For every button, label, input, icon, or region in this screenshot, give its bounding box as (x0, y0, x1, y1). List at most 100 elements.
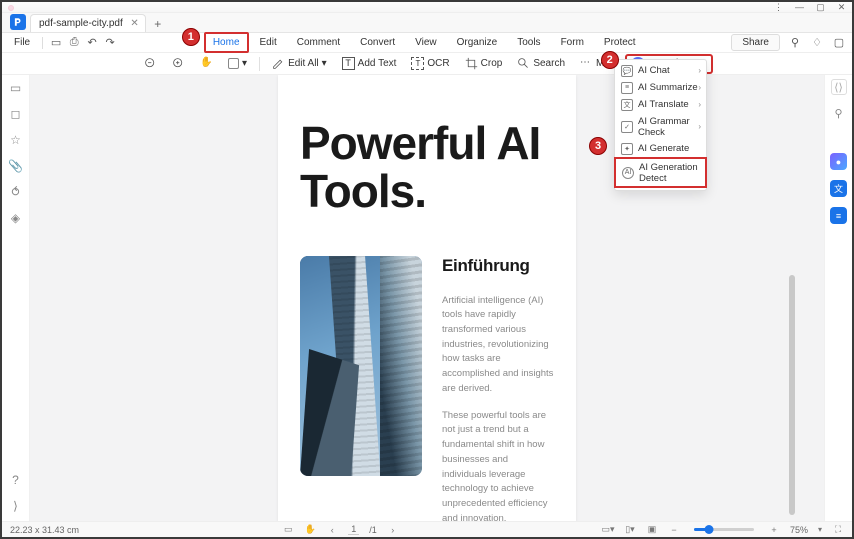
settings-icon[interactable]: ⋮ (774, 3, 783, 12)
save-icon[interactable]: ▭ (49, 36, 63, 50)
menu-ai-generate[interactable]: ✦AI Generate (615, 140, 706, 157)
edit-all-button[interactable]: Edit All▾ (269, 55, 330, 72)
page-down-icon[interactable]: › (387, 524, 399, 536)
annotation-badge-2: 2 (601, 51, 619, 69)
minimize-icon[interactable]: — (795, 3, 804, 12)
close-window-icon[interactable]: ✕ (837, 3, 846, 12)
collapse-right-icon[interactable]: ⟨⟩ (831, 79, 847, 95)
separator (42, 37, 43, 49)
file-menu[interactable]: File (8, 35, 36, 50)
tab-view[interactable]: View (406, 32, 446, 53)
menu-ai-translate[interactable]: 文AI Translate› (615, 96, 706, 113)
status-bar: 22.23 x 31.43 cm ▭ ✋ ‹ 1 /1 › ▭▾ ▯▾ ▣ − … (2, 521, 852, 537)
tab-edit[interactable]: Edit (251, 32, 286, 53)
shape-dropdown-button[interactable]: ▾ (225, 56, 250, 71)
help-icon[interactable]: ? (9, 473, 23, 487)
right-sidebar: ⟨⟩ ⚲ ● 文 ≡ (824, 75, 852, 521)
single-page-icon[interactable]: ▯▾ (624, 524, 636, 536)
translate-chip[interactable]: 文 (830, 180, 847, 197)
scrollbar-thumb[interactable] (789, 275, 795, 515)
chevron-right-icon: › (698, 100, 701, 109)
share-button[interactable]: Share (731, 34, 780, 51)
page-heading: Powerful AI Tools. (300, 119, 554, 216)
document-tab[interactable]: pdf-sample-city.pdf ✕ (30, 14, 146, 32)
zoom-in-button[interactable] (169, 55, 188, 72)
zoom-in-status[interactable]: + (768, 524, 780, 536)
menu-ai-grammar[interactable]: ✓AI Grammar Check› (615, 113, 706, 140)
page-up-icon[interactable]: ‹ (326, 524, 338, 536)
zoom-out-button[interactable] (141, 55, 160, 72)
layers-icon[interactable]: ◈ (9, 211, 23, 225)
close-tab-icon[interactable]: ✕ (130, 18, 138, 29)
tab-tools[interactable]: Tools (508, 32, 549, 53)
summary-chip[interactable]: ≡ (830, 207, 847, 224)
chevron-right-icon: › (698, 83, 701, 92)
ai-chat-chip[interactable]: ● (830, 153, 847, 170)
workspace: ▭ ◻ ☆ 📎 ⥀ ◈ ? ⟩ Powerful AI Tools. Einfü… (2, 75, 852, 521)
menu-ai-summarize[interactable]: ≡AI Summarize› (615, 79, 706, 96)
intro-paragraph-2: These powerful tools are not just a tren… (442, 409, 554, 521)
attachment-icon[interactable]: 📎 (9, 159, 23, 173)
annotation-badge-3: 3 (589, 137, 607, 155)
add-text-button[interactable]: TAdd Text (339, 55, 400, 72)
ai-assistant-menu: 💬AI Chat› ≡AI Summarize› 文AI Translate› … (614, 59, 707, 191)
menu-ai-generation-detect[interactable]: AIAI Generation Detect (614, 157, 707, 188)
thumbnails-icon[interactable]: ▭ (9, 81, 23, 95)
ocr-button[interactable]: TOCR (408, 55, 452, 72)
chevron-right-icon: › (698, 66, 701, 75)
tab-protect[interactable]: Protect (595, 32, 645, 53)
translate-icon: 文 (621, 99, 633, 111)
window-titlebar: ⋮ — ▢ ✕ (2, 2, 852, 13)
print-icon[interactable]: ⎙ (67, 36, 81, 50)
read-mode-icon[interactable]: ▣ (646, 524, 658, 536)
city-photo (300, 256, 422, 476)
detect-icon: AI (622, 167, 634, 179)
chat-icon: 💬 (621, 65, 633, 77)
menu-ai-chat[interactable]: 💬AI Chat› (615, 62, 706, 79)
tab-convert[interactable]: Convert (351, 32, 404, 53)
grammar-icon: ✓ (621, 121, 633, 133)
page-dimensions: 22.23 x 31.43 cm (10, 525, 79, 535)
crop-button[interactable]: Crop (462, 55, 506, 72)
brand-dot (8, 5, 14, 11)
app-logo-icon (10, 14, 26, 30)
zoom-out-status[interactable]: − (668, 524, 680, 536)
intro-paragraph-1: Artificial intelligence (AI) tools have … (442, 294, 554, 397)
tab-home[interactable]: Home (204, 32, 249, 53)
star-icon[interactable]: ☆ (9, 133, 23, 147)
pdf-page: Powerful AI Tools. Einführung Artificial… (278, 75, 576, 521)
bell-icon[interactable]: ♢ (810, 36, 824, 50)
fit-width-icon[interactable]: ▭▾ (602, 524, 614, 536)
redo-icon[interactable]: ↷ (103, 36, 117, 50)
zoom-slider[interactable] (694, 528, 754, 531)
fullscreen-icon[interactable]: ⛶ (832, 524, 844, 536)
menu-bar: File ▭ ⎙ ↶ ↷ 1 Home Edit Comment Convert… (2, 33, 852, 53)
chevron-right-icon: › (698, 122, 701, 131)
expand-sidebar-icon[interactable]: ⟩ (9, 499, 23, 513)
main-tabs: 1 Home Edit Comment Convert View Organiz… (121, 32, 727, 53)
summarize-icon: ≡ (621, 82, 633, 94)
link-icon[interactable]: ⥀ (9, 185, 23, 199)
hand-status-icon[interactable]: ✋ (304, 524, 316, 536)
tab-organize[interactable]: Organize (448, 32, 507, 53)
toolbar-ribbon: ✋ ▾ Edit All▾ TAdd Text TOCR Crop Search… (2, 53, 852, 75)
tab-title: pdf-sample-city.pdf (39, 18, 123, 29)
tab-comment[interactable]: Comment (288, 32, 349, 53)
properties-icon[interactable]: ⚲ (831, 105, 847, 121)
document-tab-bar: pdf-sample-city.pdf ✕ + (2, 13, 852, 33)
figure-icon[interactable]: ⚲ (788, 36, 802, 50)
undo-icon[interactable]: ↶ (85, 36, 99, 50)
hand-tool-button[interactable]: ✋ (197, 55, 216, 72)
bookmark-icon[interactable]: ◻ (9, 107, 23, 121)
select-tool-icon[interactable]: ▭ (282, 524, 294, 536)
left-sidebar: ▭ ◻ ☆ 📎 ⥀ ◈ ? ⟩ (2, 75, 30, 521)
maximize-icon[interactable]: ▢ (816, 3, 825, 12)
tab-form[interactable]: Form (552, 32, 593, 53)
generate-icon: ✦ (621, 143, 633, 155)
search-button[interactable]: Search (514, 55, 568, 72)
new-tab-button[interactable]: + (150, 16, 166, 32)
zoom-value: 75% (790, 525, 808, 535)
section-title: Einführung (442, 256, 554, 276)
page-current: 1 (348, 524, 359, 535)
window-mode-icon[interactable]: ▢ (832, 36, 846, 50)
